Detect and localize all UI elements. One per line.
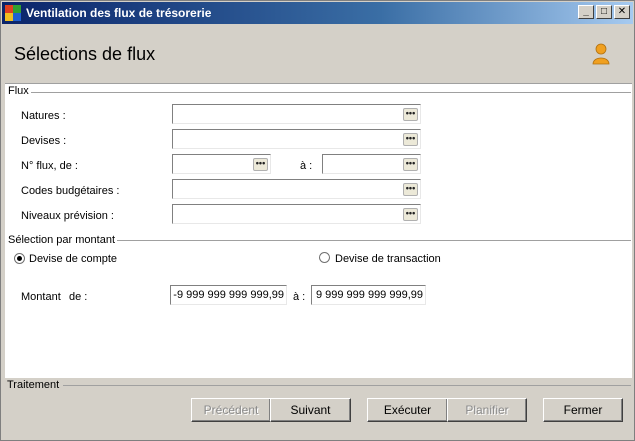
devises-browse-button[interactable]: ••• [403,133,418,146]
close-button[interactable]: ✕ [614,5,630,19]
minimize-button[interactable]: _ [578,5,594,19]
flux-section-title: Flux [8,85,31,97]
montant-min-input[interactable]: -9 999 999 999 999,99 [170,285,287,305]
devise-transaction-label[interactable]: Devise de transaction [335,253,441,265]
page-title: Sélections de flux [14,44,156,64]
montant-max-input[interactable]: 9 999 999 999 999,99 [311,285,426,305]
codes-budgetaires-browse-button[interactable]: ••• [403,183,418,196]
executer-button[interactable]: Exécuter [367,398,448,422]
nflux-to-input[interactable]: ••• [322,154,421,174]
nflux-from-input[interactable]: ••• [172,154,271,174]
montant-label: Montant [21,291,61,303]
montant-de-label: de : [69,291,88,303]
devise-transaction-radio[interactable] [319,252,330,263]
fermer-button[interactable]: Fermer [543,398,623,422]
flux-separator [31,92,631,93]
selection-panel: Flux Natures : ••• Devises : ••• N° flux… [5,83,632,378]
user-icon [592,43,610,65]
traitement-footer: Traitement Précédent Suivant Exécuter Pl… [1,378,634,440]
nflux-to-browse-button[interactable]: ••• [403,158,418,171]
traitement-section-title: Traitement [7,379,62,391]
devise-compte-label[interactable]: Devise de compte [29,253,117,265]
niveaux-prevision-browse-button[interactable]: ••• [403,208,418,221]
title-bar[interactable]: Ventilation des flux de trésorerie _ □ ✕ [2,2,633,24]
planifier-button[interactable]: Planifier [447,398,527,422]
precedent-button[interactable]: Précédent [191,398,271,422]
maximize-button[interactable]: □ [596,5,612,19]
devise-compte-radio[interactable] [14,253,25,264]
natures-label: Natures : [21,110,66,122]
devises-label: Devises : [21,135,67,147]
montant-to-label: à : [293,291,306,303]
niveaux-prevision-input[interactable]: ••• [172,204,421,224]
nflux-to-label: à : [300,160,313,172]
codes-budgetaires-label: Codes budgétaires : [21,185,120,197]
montant-section-title: Sélection par montant [8,234,118,246]
window-title: Ventilation des flux de trésorerie [26,6,212,20]
natures-browse-button[interactable]: ••• [403,108,418,121]
devises-input[interactable]: ••• [172,129,421,149]
nflux-from-browse-button[interactable]: ••• [253,158,268,171]
natures-input[interactable]: ••• [172,104,421,124]
codes-budgetaires-input[interactable]: ••• [172,179,421,199]
suivant-button[interactable]: Suivant [270,398,351,422]
app-window: Ventilation des flux de trésorerie _ □ ✕… [0,0,635,441]
montant-separator [117,240,631,241]
page-header: Sélections de flux [5,25,632,82]
nflux-from-label: N° flux, de : [21,160,78,172]
niveaux-prevision-label: Niveaux prévision : [21,210,114,222]
traitement-separator [63,385,631,386]
app-grid-icon [5,5,21,21]
